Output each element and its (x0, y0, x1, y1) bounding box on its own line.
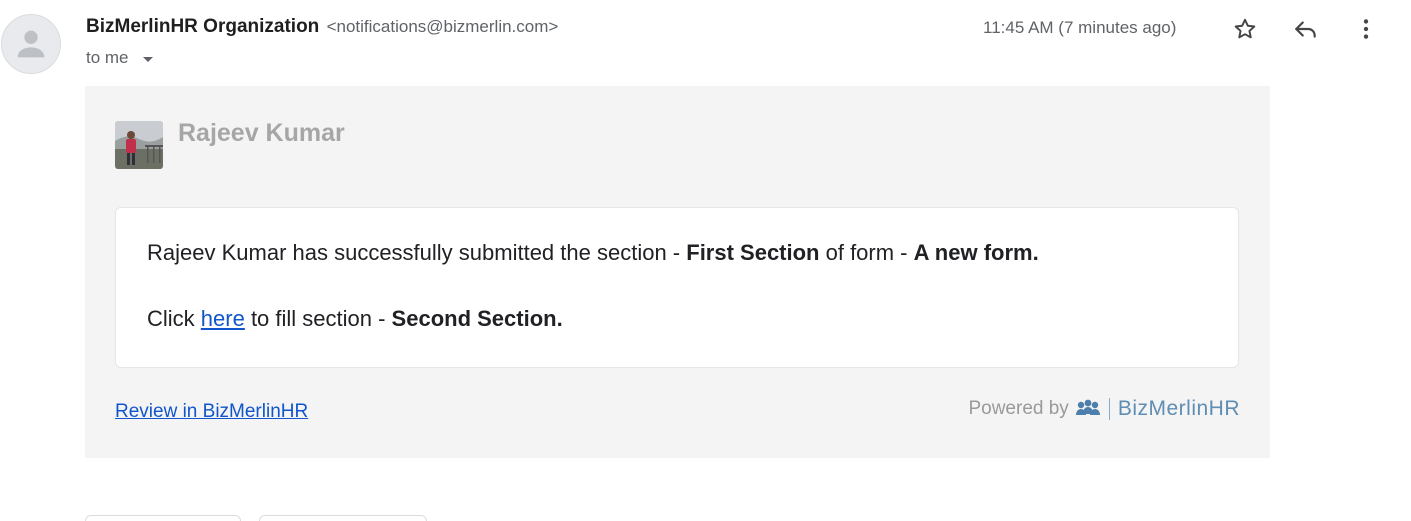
sender-email: <notifications@bizmerlin.com> (326, 17, 559, 36)
next-section-name: Second Section. (391, 306, 563, 331)
here-link[interactable]: here (201, 306, 245, 331)
reply-icon (1295, 21, 1316, 38)
form-name: A new form. (913, 240, 1039, 265)
user-photo-image (115, 121, 163, 169)
section-name: First Section (686, 240, 820, 265)
brand-divider (1108, 398, 1110, 420)
reply-button[interactable] (1289, 12, 1323, 46)
email-view: BizMerlinHR Organization <notifications@… (0, 0, 1411, 521)
person-icon (17, 30, 45, 58)
bizmerlin-logo-icon (1075, 399, 1100, 415)
more-options-button[interactable] (1349, 12, 1383, 46)
forward-action-button[interactable] (259, 515, 427, 521)
message-text: Click (147, 306, 201, 331)
message-text: to fill section - (244, 306, 392, 331)
recipient-details-toggle[interactable]: to me (86, 48, 153, 68)
user-photo (115, 121, 163, 169)
message-timestamp: 11:45 AM (7 minutes ago) (983, 18, 1177, 37)
powered-by: Powered by BizMerlinHR (968, 397, 1240, 421)
submitter-name: Rajeev Kumar (178, 119, 345, 147)
message-text: of form - (819, 240, 914, 265)
message-card: Rajeev Kumar has successfully submitted … (115, 207, 1239, 368)
chevron-down-icon (142, 56, 153, 62)
next-section-message: Click here to fill section - Second Sect… (147, 306, 563, 332)
sender-avatar[interactable] (1, 14, 61, 74)
powered-by-label: Powered by (968, 398, 1069, 419)
review-link[interactable]: Review in BizMerlinHR (115, 401, 308, 423)
recipient-label: to me (86, 48, 129, 67)
more-vert-icon (1363, 19, 1369, 39)
star-button[interactable] (1228, 12, 1262, 46)
message-text: Rajeev Kumar has successfully submitted … (147, 240, 687, 265)
bizmerlin-brand: BizMerlinHR (1117, 397, 1240, 420)
sender-line: BizMerlinHR Organization <notifications@… (86, 16, 558, 38)
email-body: Rajeev Kumar Rajeev Kumar has successful… (85, 86, 1270, 458)
reply-action-button[interactable] (85, 515, 241, 521)
star-icon (1234, 18, 1256, 39)
submission-message: Rajeev Kumar has successfully submitted … (147, 240, 1039, 266)
sender-name[interactable]: BizMerlinHR Organization (86, 16, 319, 37)
